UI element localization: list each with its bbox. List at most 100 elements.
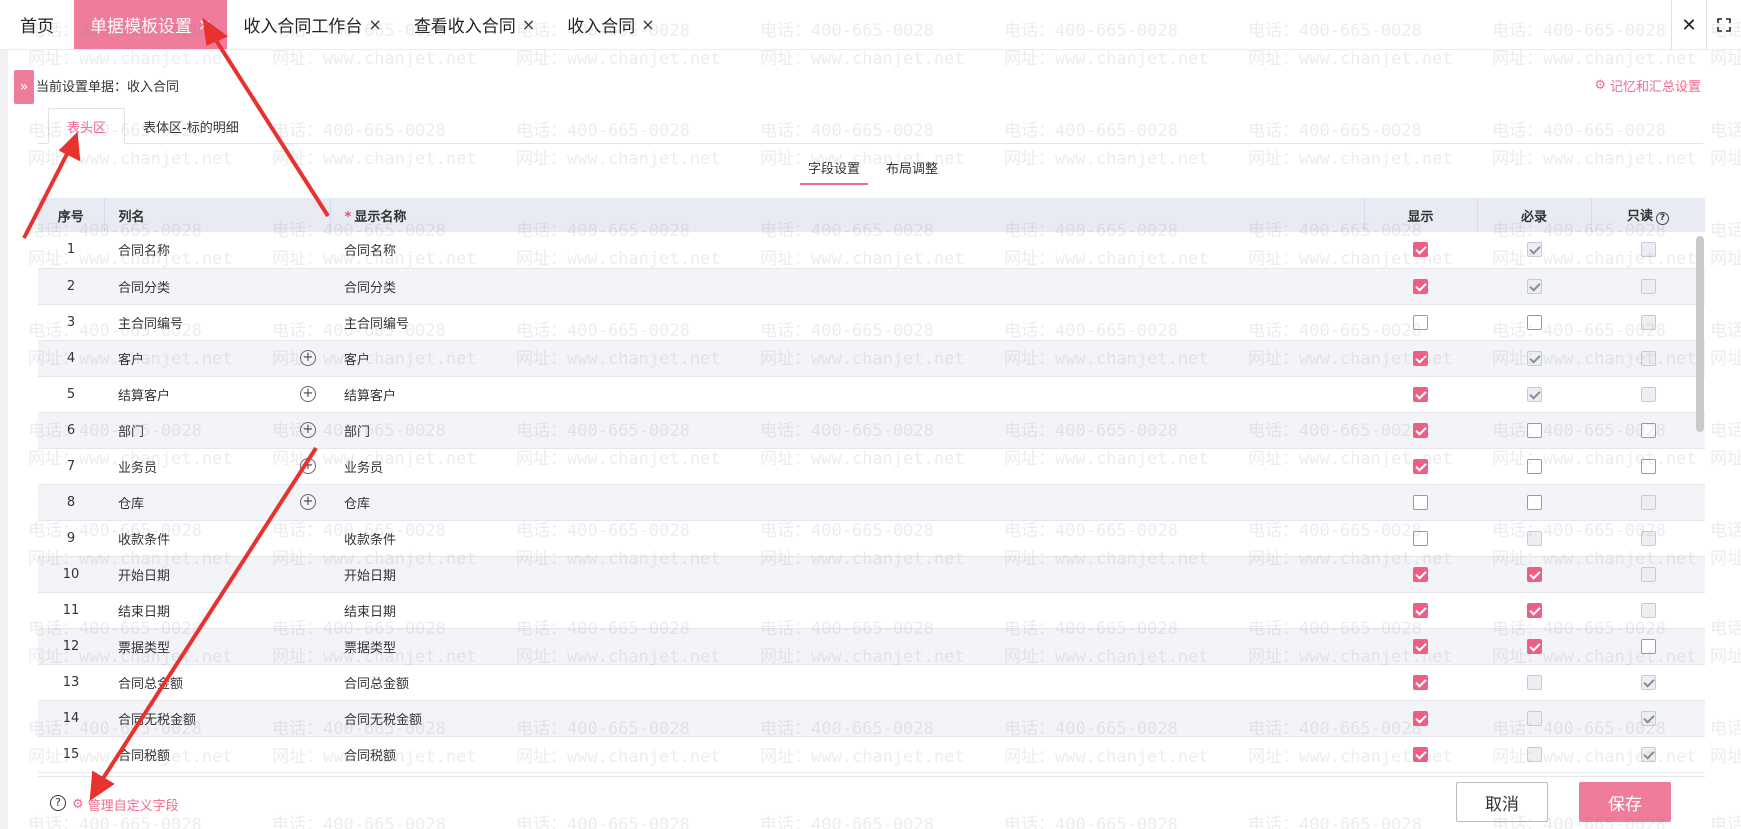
tab-body-area[interactable]: 表体区-标的明细	[125, 108, 257, 144]
show-checkbox[interactable]	[1413, 530, 1428, 546]
column-name-cell: 部门 +	[104, 412, 330, 449]
readonly-cell	[1591, 484, 1705, 521]
column-name-cell: 合同税额	[104, 736, 330, 773]
required-checkbox[interactable]	[1526, 494, 1542, 510]
tab-2[interactable]: 收入合同工作台 ×	[227, 0, 397, 49]
add-circle-icon[interactable]: +	[300, 458, 316, 474]
watermark-site: 网址：www.chanjet.net	[1492, 149, 1697, 169]
required-cell	[1477, 556, 1591, 593]
display-name-cell[interactable]: 票据类型	[330, 628, 1364, 665]
tab-1[interactable]: 单据模板设置 ×	[74, 0, 228, 49]
display-name-cell[interactable]: 合同无税金额	[330, 700, 1364, 737]
display-name-cell[interactable]: 合同分类	[330, 268, 1364, 305]
show-cell	[1364, 268, 1477, 305]
tab-0[interactable]: 首页	[0, 0, 74, 49]
show-checkbox[interactable]	[1413, 278, 1428, 294]
table-row: 2 合同分类 合同分类	[38, 268, 1705, 305]
display-name-cell[interactable]: 合同税额	[330, 736, 1364, 773]
show-checkbox[interactable]	[1413, 350, 1428, 366]
show-checkbox[interactable]	[1413, 458, 1428, 474]
show-checkbox[interactable]	[1413, 386, 1428, 402]
required-checkbox[interactable]	[1526, 314, 1542, 330]
watermark-site: 网址：www.chanjet.net	[1248, 149, 1453, 169]
show-checkbox[interactable]	[1413, 638, 1428, 654]
close-icon[interactable]: ×	[641, 15, 654, 34]
readonly-cell	[1591, 736, 1705, 773]
add-circle-icon[interactable]: +	[300, 494, 316, 510]
display-name-cell[interactable]: 客户	[330, 340, 1364, 377]
tab-label: 单据模板设置	[90, 17, 192, 37]
close-icon[interactable]: ✕	[1672, 0, 1706, 50]
row-index: 14	[38, 700, 104, 737]
display-name-cell[interactable]: 结束日期	[330, 592, 1364, 629]
tab-4[interactable]: 收入合同 ×	[551, 0, 670, 49]
display-name-cell[interactable]: 业务员	[330, 448, 1364, 485]
readonly-checkbox[interactable]	[1640, 638, 1656, 654]
cancel-button[interactable]: 取消	[1456, 782, 1548, 822]
help-icon[interactable]: ?	[1656, 212, 1669, 225]
required-cell	[1477, 700, 1591, 737]
required-cell	[1477, 664, 1591, 701]
watermark-phone: 电话：400-665-0028	[1710, 321, 1741, 341]
display-name-cell[interactable]: 仓库	[330, 484, 1364, 521]
required-checkbox[interactable]	[1526, 638, 1542, 654]
required-checkbox[interactable]	[1526, 602, 1542, 618]
show-checkbox[interactable]	[1413, 242, 1428, 258]
row-index: 1	[38, 232, 104, 269]
display-name-cell[interactable]: 部门	[330, 412, 1364, 449]
required-cell	[1477, 376, 1591, 413]
close-icon[interactable]: ×	[368, 15, 381, 34]
readonly-checkbox[interactable]	[1640, 458, 1656, 474]
show-cell	[1364, 412, 1477, 449]
column-name-cell: 结束日期	[104, 592, 330, 629]
add-circle-icon[interactable]: +	[300, 422, 316, 438]
display-name-cell[interactable]: 收款条件	[330, 520, 1364, 557]
column-name-cell: 仓库 +	[104, 484, 330, 521]
required-checkbox[interactable]	[1526, 566, 1542, 582]
tab-3[interactable]: 查看收入合同 ×	[398, 0, 551, 49]
show-checkbox[interactable]	[1413, 422, 1428, 438]
expand-sidebar-button[interactable]: »	[14, 70, 34, 104]
watermark-phone: 电话：400-665-0028	[1710, 221, 1741, 241]
memory-settings-link[interactable]: ⚙ 记忆和汇总设置	[1594, 76, 1701, 95]
required-checkbox	[1526, 386, 1542, 402]
gear-icon: ⚙	[1594, 78, 1606, 93]
show-checkbox[interactable]	[1413, 314, 1428, 330]
required-cell	[1477, 736, 1591, 773]
show-checkbox[interactable]	[1413, 566, 1428, 582]
display-name-cell[interactable]: 开始日期	[330, 556, 1364, 593]
row-index: 11	[38, 592, 104, 629]
table-row: 10 开始日期 开始日期	[38, 556, 1705, 593]
add-circle-icon[interactable]: +	[300, 350, 316, 366]
display-name-cell[interactable]: 合同总金额	[330, 664, 1364, 701]
tab-field-settings[interactable]: 字段设置	[800, 158, 869, 185]
readonly-checkbox[interactable]	[1640, 422, 1656, 438]
readonly-cell	[1591, 412, 1705, 449]
close-icon[interactable]: ×	[522, 15, 535, 34]
required-checkbox[interactable]	[1526, 422, 1542, 438]
readonly-checkbox	[1640, 566, 1656, 582]
required-checkbox[interactable]	[1526, 458, 1542, 474]
tab-header-area[interactable]: 表头区	[48, 108, 126, 144]
watermark-phone: 电话：400-665-0028	[1710, 719, 1741, 739]
show-checkbox[interactable]	[1413, 710, 1428, 726]
tab-layout-adjust[interactable]: 布局调整	[878, 158, 946, 185]
show-checkbox[interactable]	[1413, 602, 1428, 618]
show-checkbox[interactable]	[1413, 494, 1428, 510]
save-button[interactable]: 保存	[1579, 782, 1671, 822]
header-required: 必录	[1477, 198, 1592, 232]
help-icon[interactable]: ?	[50, 795, 66, 811]
close-icon[interactable]: ×	[198, 15, 211, 34]
column-name: 业务员	[118, 460, 158, 476]
fullscreen-icon[interactable]	[1707, 0, 1741, 50]
tab-label: 首页	[20, 17, 54, 37]
scrollbar[interactable]	[1696, 236, 1704, 432]
add-circle-icon[interactable]: +	[300, 386, 316, 402]
manage-custom-fields-link[interactable]: ⚙ 管理自定义字段	[72, 795, 179, 814]
table-row: 8 仓库 + 仓库	[38, 484, 1705, 521]
display-name-cell[interactable]: 主合同编号	[330, 304, 1364, 341]
show-checkbox[interactable]	[1413, 674, 1428, 690]
show-checkbox[interactable]	[1413, 746, 1428, 762]
display-name-cell[interactable]: 合同名称	[330, 232, 1364, 269]
display-name-cell[interactable]: 结算客户	[330, 376, 1364, 413]
